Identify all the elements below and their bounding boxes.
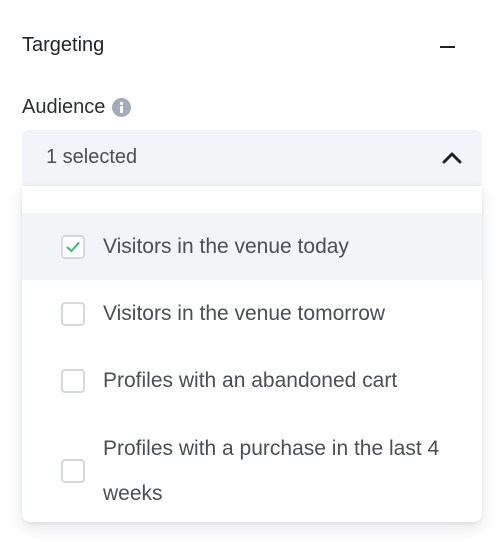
- checkmark-icon: [66, 242, 80, 252]
- targeting-section-header: Targeting: [22, 30, 482, 64]
- collapse-section-button[interactable]: [436, 34, 460, 58]
- audience-label: Audience: [22, 95, 106, 118]
- targeting-panel: Targeting Audience 1 selected Visitors i…: [0, 0, 502, 542]
- audience-option-venue-today[interactable]: Visitors in the venue today: [22, 213, 482, 280]
- info-icon[interactable]: [112, 97, 132, 117]
- audience-select-value: 1 selected: [46, 146, 138, 168]
- option-label: Visitors in the venue today: [103, 235, 349, 258]
- minus-icon: [440, 46, 455, 48]
- option-checkbox[interactable]: [61, 302, 85, 326]
- option-checkbox-checked[interactable]: [61, 235, 85, 259]
- option-label: Profiles with a purchase in the last 4 w…: [103, 437, 440, 505]
- chevron-up-icon: [440, 146, 464, 170]
- option-checkbox[interactable]: [61, 369, 85, 393]
- audience-option-abandoned-cart[interactable]: Profiles with an abandoned cart: [22, 347, 482, 414]
- audience-select[interactable]: 1 selected: [22, 130, 482, 186]
- section-title: Targeting: [22, 34, 105, 56]
- audience-option-purchase-4-weeks[interactable]: Profiles with a purchase in the last 4 w…: [22, 414, 482, 522]
- audience-label-row: Audience: [22, 94, 132, 120]
- audience-dropdown-list: Visitors in the venue today Visitors in …: [22, 186, 482, 522]
- audience-option-venue-tomorrow[interactable]: Visitors in the venue tomorrow: [22, 280, 482, 347]
- option-checkbox[interactable]: [61, 459, 85, 483]
- option-label: Visitors in the venue tomorrow: [103, 302, 386, 325]
- option-label: Profiles with an abandoned cart: [103, 369, 398, 392]
